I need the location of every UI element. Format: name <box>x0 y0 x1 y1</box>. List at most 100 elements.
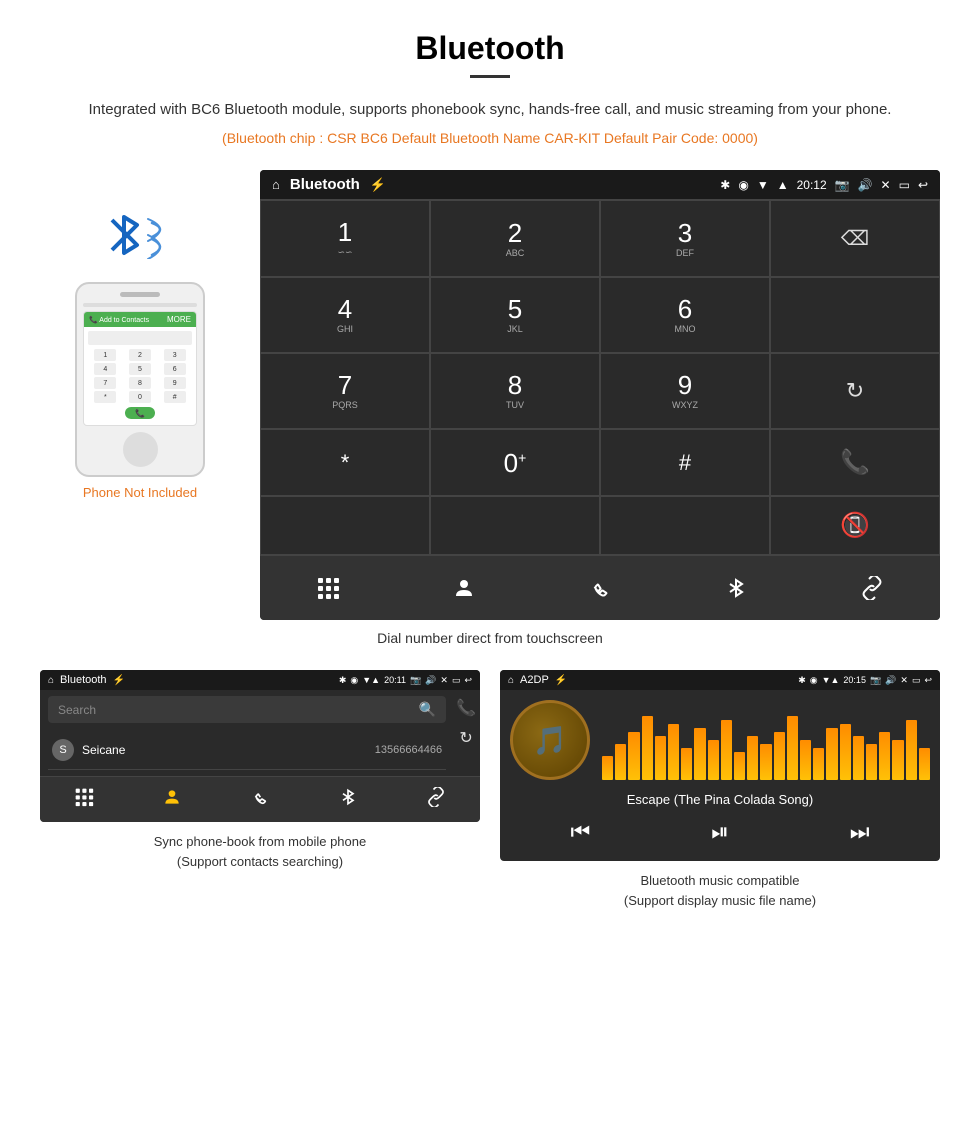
dial-action-link[interactable] <box>852 568 892 608</box>
dial-back-icon[interactable]: ↩ <box>918 178 928 192</box>
dial-key-backspace[interactable]: ⌫ <box>770 200 940 277</box>
pb-usb-icon: ⚡ <box>113 675 125 686</box>
dial-key-call-green[interactable]: 📞 <box>770 429 940 496</box>
music-caption: Bluetooth music compatible(Support displ… <box>624 871 816 910</box>
phonebook-status-right: ✱ ◉ ▼▲ 20:11 📷 🔊 ✕ ▭ ↩ <box>339 675 472 686</box>
pb-btn-keypad[interactable] <box>74 787 94 812</box>
dial-key-3[interactable]: 3 DEF <box>600 200 770 277</box>
bluetooth-symbol-icon <box>107 210 142 260</box>
dial-key-6[interactable]: 6 MNO <box>600 277 770 353</box>
dial-key-1[interactable]: 1 ∽∽ <box>260 200 430 277</box>
phone-mockup: 📞 Add to Contacts MORE 1 2 3 4 5 <box>75 282 205 477</box>
dial-wifi-icon: ▲ <box>777 178 789 192</box>
music-bar <box>708 740 719 780</box>
dial-key-8[interactable]: 8 TUV <box>430 353 600 429</box>
music-play-pause-button[interactable]: ⏯ <box>711 819 729 845</box>
contact-name[interactable]: Seicane <box>82 743 375 757</box>
page-description: Integrated with BC6 Bluetooth module, su… <box>40 98 940 122</box>
phonebook-status-left: ⌂ Bluetooth ⚡ <box>48 674 125 686</box>
music-bar <box>774 732 785 780</box>
phone-keypad-row-4: * 0 # <box>88 391 192 403</box>
phone-side: 📞 Add to Contacts MORE 1 2 3 4 5 <box>40 170 240 500</box>
phone-screen-content: 1 2 3 4 5 6 7 8 9 <box>84 327 196 425</box>
dial-usb-icon: ⚡ <box>370 177 386 193</box>
search-icon[interactable]: 🔍 <box>419 701 436 718</box>
music-bt-icon: ✱ <box>798 675 806 686</box>
music-bar <box>866 744 877 780</box>
pb-btn-contacts[interactable] <box>162 787 182 812</box>
pb-btn-bluetooth[interactable] <box>338 787 358 812</box>
dial-key-empty-2 <box>260 496 430 555</box>
dial-key-hash[interactable]: # <box>600 429 770 496</box>
dial-key-empty-3 <box>430 496 600 555</box>
music-content: 🎵 Escape (The Pina Colada Song) ⏮ ⏯ ⏭ <box>500 690 940 861</box>
pb-time: 20:11 <box>384 675 406 685</box>
music-note-icon: 🎵 <box>533 724 568 757</box>
dial-action-contacts[interactable] <box>444 568 484 608</box>
music-prev-button[interactable]: ⏮ <box>570 819 590 845</box>
pb-back-icon[interactable]: ↩ <box>464 675 472 686</box>
dial-time: 20:12 <box>797 178 827 192</box>
dial-action-phone[interactable] <box>580 568 620 608</box>
music-home-icon[interactable]: ⌂ <box>508 675 514 686</box>
phone-keypad-row-1: 1 2 3 <box>88 349 192 361</box>
bluetooth-icon-area <box>107 210 174 270</box>
music-next-button[interactable]: ⏭ <box>850 819 870 845</box>
music-bar <box>879 732 890 780</box>
phone-screen-more: MORE <box>167 315 191 324</box>
dial-home-icon[interactable]: ⌂ <box>272 177 280 192</box>
music-bar <box>602 756 613 780</box>
bluetooth-specs: (Bluetooth chip : CSR BC6 Default Blueto… <box>40 130 940 146</box>
dial-key-0[interactable]: 0+ <box>430 429 600 496</box>
music-song-title: Escape (The Pina Colada Song) <box>627 792 813 807</box>
music-bar <box>642 716 653 780</box>
music-bar <box>734 752 745 780</box>
music-controls: ⏮ ⏯ ⏭ <box>510 819 930 851</box>
music-time: 20:15 <box>843 675 866 685</box>
phone-call-button[interactable]: 📞 <box>125 407 155 419</box>
music-bar <box>800 740 811 780</box>
dial-key-9[interactable]: 9 WXYZ <box>600 353 770 429</box>
pb-btn-phone[interactable] <box>250 787 270 812</box>
main-section: 📞 Add to Contacts MORE 1 2 3 4 5 <box>40 170 940 620</box>
music-bar <box>760 744 771 780</box>
dial-action-bar <box>260 555 940 620</box>
dial-key-4[interactable]: 4 GHI <box>260 277 430 353</box>
music-status-bar: ⌂ A2DP ⚡ ✱ ◉ ▼▲ 20:15 📷 🔊 ✕ ▭ ↩ <box>500 670 940 690</box>
phonebook-item: ⌂ Bluetooth ⚡ ✱ ◉ ▼▲ 20:11 📷 🔊 ✕ ▭ ↩ <box>40 670 480 910</box>
dial-action-keypad[interactable] <box>308 568 348 608</box>
bottom-section: ⌂ Bluetooth ⚡ ✱ ◉ ▼▲ 20:11 📷 🔊 ✕ ▭ ↩ <box>40 670 940 910</box>
pb-btn-link[interactable] <box>426 787 446 812</box>
music-bar <box>919 748 930 780</box>
dial-key-refresh[interactable]: ↻ <box>770 353 940 429</box>
phone-screen: 📞 Add to Contacts MORE 1 2 3 4 5 <box>83 311 197 426</box>
dial-key-call-red[interactable]: 📵 <box>770 496 940 555</box>
dial-key-5[interactable]: 5 JKL <box>430 277 600 353</box>
music-back-icon[interactable]: ↩ <box>924 675 932 686</box>
pb-side-refresh-icon[interactable]: ↻ <box>456 728 476 748</box>
dial-status-right: ✱ ◉ ▼ ▲ 20:12 📷 🔊 ✕ ▭ ↩ <box>720 178 928 192</box>
pb-side-call-icon[interactable]: 📞 <box>456 698 476 718</box>
dial-key-star[interactable]: * <box>260 429 430 496</box>
phone-screen-header: 📞 Add to Contacts MORE <box>84 312 196 327</box>
music-loc-icon: ◉ <box>810 675 818 686</box>
dial-title: Bluetooth <box>290 176 360 193</box>
pb-home-icon[interactable]: ⌂ <box>48 675 54 686</box>
phone-key-1: 1 <box>94 349 116 361</box>
page-title: Bluetooth <box>40 30 940 67</box>
music-bar <box>721 720 732 780</box>
music-close-icon[interactable]: ✕ <box>900 675 908 686</box>
phone-key-7: 7 <box>94 377 116 389</box>
dial-key-2[interactable]: 2 ABC <box>430 200 600 277</box>
title-divider <box>470 75 510 78</box>
dial-signal-icon: ▼ <box>757 178 769 192</box>
music-title: A2DP <box>520 674 549 686</box>
dial-close-icon[interactable]: ✕ <box>881 178 891 192</box>
dial-key-7[interactable]: 7 PQRS <box>260 353 430 429</box>
dial-action-bluetooth[interactable] <box>716 568 756 608</box>
pb-close-icon[interactable]: ✕ <box>440 675 448 686</box>
dial-window-icon: ▭ <box>899 178 910 192</box>
dial-keypad: 1 ∽∽ 2 ABC 3 DEF ⌫ 4 GHI <box>260 199 940 555</box>
music-bar <box>655 736 666 780</box>
music-screen: ⌂ A2DP ⚡ ✱ ◉ ▼▲ 20:15 📷 🔊 ✕ ▭ ↩ <box>500 670 940 861</box>
